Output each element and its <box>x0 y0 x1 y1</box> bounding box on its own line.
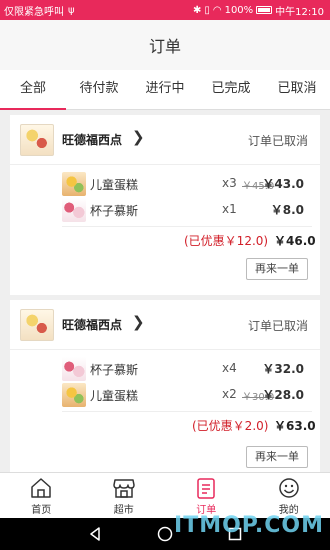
order-list[interactable]: 旺德福西点 ❯ 订单已取消 儿童蛋糕 x3 ￥45.0 ￥43.0 杯子慕斯 x… <box>0 110 330 472</box>
order-item: 杯子慕斯 x4 ￥32.0 <box>62 356 312 382</box>
item-quantity: x3 <box>222 176 237 190</box>
tab-pending-payment[interactable]: 待付款 <box>66 70 132 109</box>
order-card-header[interactable]: 旺德福西点 ❯ 订单已取消 <box>10 115 320 165</box>
order-tabs: 全部 待付款 进行中 已完成 已取消 <box>0 70 330 110</box>
order-item: 儿童蛋糕 x2 ￥30.0 ￥28.0 <box>62 382 312 408</box>
order-status: 订单已取消 <box>247 319 308 333</box>
tab-completed[interactable]: 已完成 <box>198 70 264 109</box>
discount-amount: (已优惠￥2.0) <box>192 419 269 433</box>
shop-name[interactable]: 旺德福西点 <box>62 316 122 333</box>
shop-name[interactable]: 旺德福西点 <box>62 131 122 148</box>
clock-text: 中午12:10 <box>275 6 324 18</box>
product-thumbnail <box>62 357 86 381</box>
watermark-text: ITMOP.COM <box>174 513 324 538</box>
order-card-header[interactable]: 旺德福西点 ❯ 订单已取消 <box>10 300 320 350</box>
item-name: 杯子慕斯 <box>90 363 139 377</box>
usb-icon: ψ <box>68 4 75 16</box>
carrier-text: 仅限紧急呼叫 <box>4 6 64 18</box>
order-item: 杯子慕斯 x1 ￥8.0 <box>62 197 312 223</box>
divider <box>62 226 312 227</box>
item-quantity: x4 <box>222 361 237 375</box>
product-thumbnail <box>62 172 86 196</box>
store-icon <box>113 479 135 498</box>
order-status: 订单已取消 <box>247 134 308 148</box>
tab-cancelled[interactable]: 已取消 <box>264 70 330 109</box>
reorder-button[interactable]: 再来一单 <box>246 446 308 468</box>
vibrate-icon: ▯ <box>204 4 210 16</box>
order-card[interactable]: 旺德福西点 ❯ 订单已取消 儿童蛋糕 x3 ￥45.0 ￥43.0 杯子慕斯 x… <box>10 115 320 295</box>
status-bar: 仅限紧急呼叫 ψ ✱ ▯ ◠ 100% 中午12:10 <box>0 0 330 20</box>
reorder-button[interactable]: 再来一单 <box>246 258 308 280</box>
shop-logo <box>20 124 54 156</box>
nav-home[interactable]: 首页 <box>0 473 83 518</box>
profile-icon <box>279 478 299 498</box>
order-total: ￥63.0 <box>274 419 316 433</box>
home-circle-icon[interactable] <box>157 526 173 542</box>
order-total: ￥46.0 <box>274 234 316 248</box>
page-title: 订单 <box>148 37 181 56</box>
nav-label: 首页 <box>31 505 52 516</box>
order-item: 儿童蛋糕 x3 ￥45.0 ￥43.0 <box>62 171 312 197</box>
divider <box>62 411 312 412</box>
bottom-nav: 首页 超市 订单 我的 <box>0 472 330 518</box>
nav-store[interactable]: 超市 <box>83 473 166 518</box>
item-price: ￥32.0 <box>262 362 304 376</box>
tab-in-progress[interactable]: 进行中 <box>132 70 198 109</box>
battery-icon <box>256 6 273 14</box>
item-price: ￥43.0 <box>262 177 304 191</box>
item-name: 儿童蛋糕 <box>90 178 139 192</box>
title-bar: 订单 <box>0 20 330 70</box>
nav-profile[interactable]: 我的 <box>248 473 330 518</box>
orders-icon <box>197 478 215 499</box>
product-thumbnail <box>62 198 86 222</box>
home-icon <box>31 478 51 498</box>
item-quantity: x2 <box>222 387 237 401</box>
order-card[interactable]: 旺德福西点 ❯ 订单已取消 杯子慕斯 x4 ￥32.0 儿童蛋糕 x2 ￥30.… <box>10 300 320 472</box>
shop-logo <box>20 309 54 341</box>
item-price: ￥28.0 <box>262 388 304 402</box>
wifi-icon: ◠ <box>212 4 222 16</box>
item-name: 杯子慕斯 <box>90 204 139 218</box>
product-thumbnail <box>62 383 86 407</box>
nav-label: 超市 <box>113 505 134 516</box>
chevron-right-icon[interactable]: ❯ <box>132 128 145 146</box>
item-quantity: x1 <box>222 202 237 216</box>
discount-amount: (已优惠￥12.0) <box>184 234 269 248</box>
back-icon[interactable] <box>88 527 102 541</box>
battery-percent: 100% <box>224 4 254 16</box>
chevron-right-icon[interactable]: ❯ <box>132 313 145 331</box>
item-price: ￥8.0 <box>270 203 304 217</box>
bluetooth-icon: ✱ <box>192 4 202 16</box>
tab-all[interactable]: 全部 <box>0 70 66 110</box>
item-name: 儿童蛋糕 <box>90 389 139 403</box>
nav-orders[interactable]: 订单 <box>165 473 248 518</box>
